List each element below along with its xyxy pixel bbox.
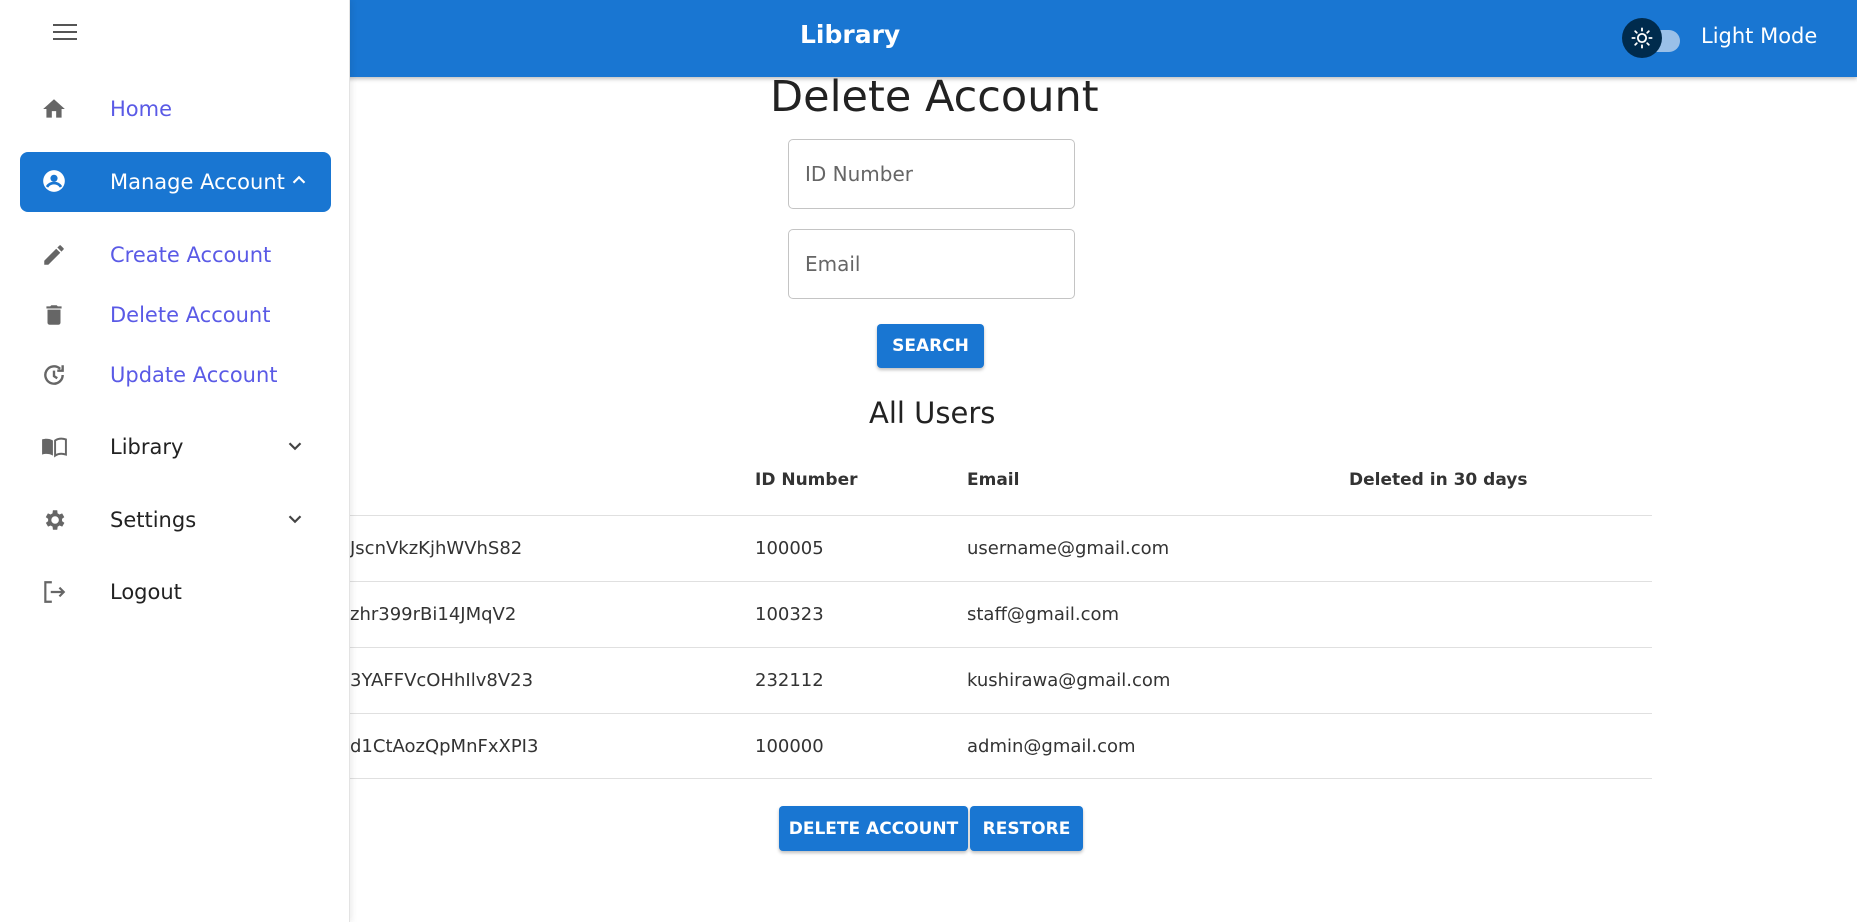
search-button[interactable]: SEARCH [877,324,984,368]
email-input[interactable] [788,229,1075,299]
sidebar-item-label: Home [110,97,173,121]
gear-icon [40,506,68,534]
column-header-id-number[interactable]: ID Number [755,470,857,490]
trash-icon [40,301,68,329]
sidebar-item-logout[interactable]: Logout [20,563,331,621]
chevron-down-icon [284,508,308,532]
sun-icon [1622,18,1662,58]
sidebar-item-label: Library [110,435,184,459]
sidebar-item-delete-account[interactable]: Delete Account [20,286,331,344]
sidebar-item-label: Update Account [110,363,278,387]
app-title: Library [800,20,901,49]
user-id-number: 100323 [755,604,824,625]
table-row[interactable]: zhr399rBi14JMqV2 100323 staff@gmail.com [350,581,1652,647]
theme-toggle[interactable] [1622,18,1684,58]
user-email: kushirawa@gmail.com [967,670,1171,691]
user-uid: zhr399rBi14JMqV2 [350,604,517,625]
user-id-number: 100000 [755,736,824,757]
home-icon [40,95,68,123]
user-uid: d1CtAozQpMnFxXPI3 [350,736,539,757]
book-open-icon [40,433,68,461]
column-header-email[interactable]: Email [967,470,1019,490]
id-number-input[interactable] [788,139,1075,209]
user-email: staff@gmail.com [967,604,1120,625]
restore-button[interactable]: RESTORE [970,806,1083,851]
sidebar-item-label: Manage Account [110,170,285,194]
delete-account-button[interactable]: DELETE ACCOUNT [779,806,968,851]
user-email: username@gmail.com [967,538,1170,559]
chevron-down-icon [284,435,308,459]
account-circle-icon [40,167,68,195]
sidebar-item-label: Create Account [110,243,272,267]
sidebar-item-library[interactable]: Library [20,418,331,476]
users-section-title: All Users [869,396,996,430]
sidebar-item-settings[interactable]: Settings [20,491,331,549]
sidebar-item-home[interactable]: Home [20,80,331,138]
logout-icon [40,578,68,606]
table-row[interactable]: JscnVkzKjhWVhS82 100005 username@gmail.c… [350,515,1652,581]
sidebar-item-label: Delete Account [110,303,271,327]
theme-mode-label: Light Mode [1701,24,1818,48]
table-row[interactable]: 3YAFFVcOHhIlv8V23 232112 kushirawa@gmail… [350,647,1652,713]
page-title: Delete Account [770,72,1099,122]
sidebar-drawer: Home Manage Account Create Account Delet… [0,0,350,922]
pencil-icon [40,241,68,269]
sidebar-item-update-account[interactable]: Update Account [20,346,331,404]
user-uid: 3YAFFVcOHhIlv8V23 [350,670,534,691]
user-uid: JscnVkzKjhWVhS82 [350,538,523,559]
sidebar-item-manage-account[interactable]: Manage Account [20,152,331,212]
user-id-number: 100005 [755,538,824,559]
sidebar-item-create-account[interactable]: Create Account [20,226,331,284]
user-id-number: 232112 [755,670,824,691]
user-email: admin@gmail.com [967,736,1136,757]
sidebar-item-label: Logout [110,580,182,604]
column-header-deleted[interactable]: Deleted in 30 days [1349,470,1527,490]
history-icon [40,361,68,389]
sidebar-item-label: Settings [110,508,197,532]
table-row[interactable]: d1CtAozQpMnFxXPI3 100000 admin@gmail.com [350,713,1652,779]
chevron-up-icon [288,169,312,193]
menu-icon[interactable] [50,20,80,44]
